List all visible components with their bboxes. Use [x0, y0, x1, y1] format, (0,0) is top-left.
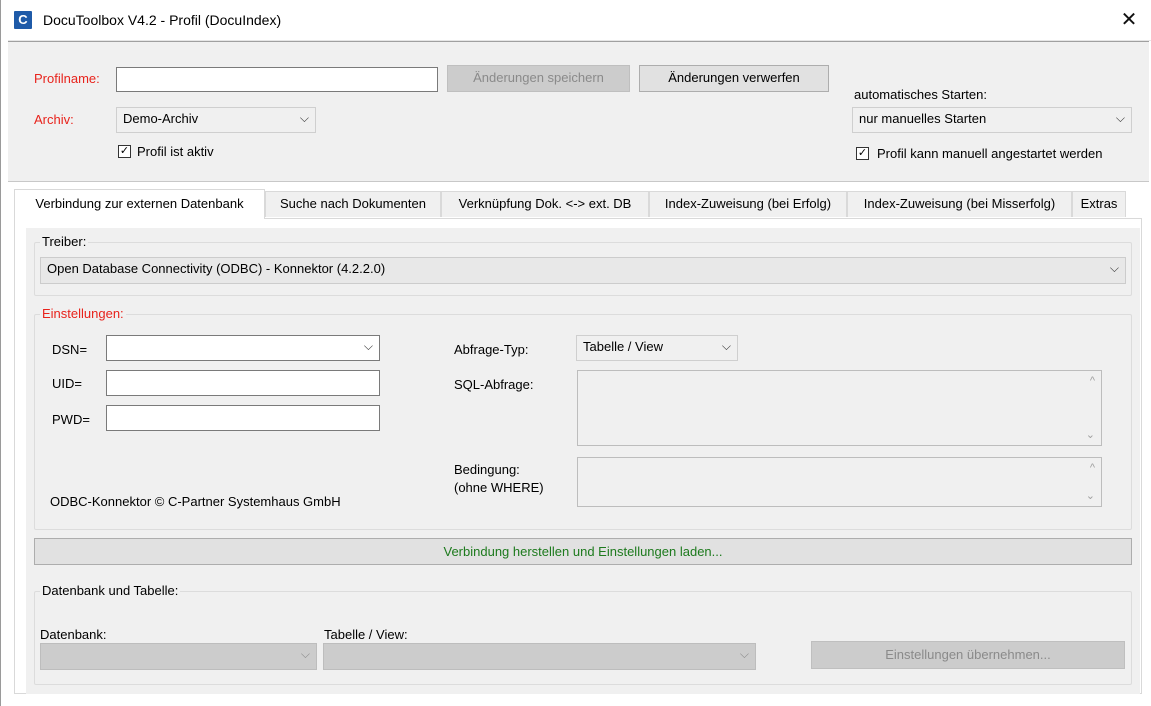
- pwd-input[interactable]: [106, 405, 380, 431]
- title-bar: C DocuToolbox V4.2 - Profil (DocuIndex) …: [8, 0, 1151, 41]
- datenbank-label: Datenbank:: [40, 627, 107, 642]
- chevron-down-icon: ⌵: [721, 339, 731, 353]
- app-logo-icon: C: [14, 11, 32, 29]
- auto-start-select[interactable]: nur manuelles Starten ⌵: [852, 107, 1132, 133]
- auto-start-label: automatisches Starten:: [854, 87, 987, 102]
- tabelle-label: Tabelle / View:: [324, 627, 408, 642]
- profil-aktiv-checkbox[interactable]: ✓: [118, 145, 131, 158]
- save-changes-button[interactable]: Änderungen speichern: [447, 65, 630, 92]
- chevron-down-icon: ⌵: [1115, 111, 1125, 125]
- manual-start-label: Profil kann manuell angestartet werden: [877, 146, 1103, 161]
- ohne-where-label: (ohne WHERE): [454, 480, 544, 495]
- dsn-select[interactable]: ⌵: [106, 335, 380, 361]
- tabelle-select[interactable]: ⌵: [323, 643, 756, 670]
- chevron-down-icon: ⌵: [1109, 261, 1119, 275]
- datenbank-select[interactable]: ⌵: [40, 643, 317, 670]
- check-icon: ✓: [119, 145, 130, 157]
- window-left-edge: [0, 0, 1, 706]
- treiber-select[interactable]: Open Database Connectivity (ODBC) - Konn…: [40, 257, 1126, 284]
- tab-extras[interactable]: Extras: [1072, 191, 1126, 217]
- connect-load-button[interactable]: Verbindung herstellen und Einstellungen …: [34, 538, 1132, 565]
- sql-abfrage-textarea[interactable]: ^ ⌄: [577, 370, 1102, 446]
- tab-verknuepfung[interactable]: Verknüpfung Dok. <-> ext. DB: [441, 191, 649, 217]
- treiber-value: Open Database Connectivity (ODBC) - Konn…: [47, 261, 386, 276]
- discard-changes-button[interactable]: Änderungen verwerfen: [639, 65, 829, 92]
- background-strip: [0, 0, 7, 706]
- profilname-label: Profilname:: [34, 71, 100, 86]
- apply-settings-button[interactable]: Einstellungen übernehmen...: [811, 641, 1125, 669]
- bedingung-textarea[interactable]: ^ ⌄: [577, 457, 1102, 507]
- chevron-down-icon: ⌵: [739, 647, 749, 661]
- profilname-input[interactable]: [116, 67, 438, 92]
- uid-label: UID=: [52, 376, 82, 391]
- dsn-label: DSN=: [52, 342, 88, 357]
- scroll-down-icon[interactable]: ⌄: [1086, 428, 1095, 441]
- bedingung-label: Bedingung:: [454, 462, 520, 477]
- db-table-group: [34, 591, 1132, 685]
- scroll-down-icon[interactable]: ⌄: [1086, 489, 1095, 502]
- treiber-group-title: Treiber:: [40, 234, 89, 249]
- tab-verbindung[interactable]: Verbindung zur externen Datenbank: [14, 189, 265, 219]
- check-icon: ✓: [857, 147, 868, 159]
- scroll-up-icon[interactable]: ^: [1090, 375, 1095, 387]
- chevron-down-icon: ⌵: [363, 339, 373, 353]
- pwd-label: PWD=: [52, 412, 90, 427]
- close-icon[interactable]: ✕: [1113, 4, 1145, 36]
- chevron-down-icon: ⌵: [300, 647, 310, 661]
- uid-input[interactable]: [106, 370, 380, 396]
- abfrage-typ-label: Abfrage-Typ:: [454, 342, 529, 357]
- abfrage-typ-select[interactable]: Tabelle / View ⌵: [576, 335, 738, 361]
- window-title: DocuToolbox V4.2 - Profil (DocuIndex): [43, 12, 282, 28]
- chevron-down-icon: ⌵: [299, 111, 309, 125]
- copyright-text: ODBC-Konnektor © C-Partner Systemhaus Gm…: [50, 494, 341, 509]
- auto-start-value: nur manuelles Starten: [859, 111, 987, 126]
- scroll-up-icon[interactable]: ^: [1090, 462, 1095, 474]
- tab-suche[interactable]: Suche nach Dokumenten: [265, 191, 441, 217]
- archiv-select[interactable]: Demo-Archiv ⌵: [116, 107, 316, 133]
- einstellungen-group-title: Einstellungen:: [40, 306, 126, 321]
- tab-index-erfolg[interactable]: Index-Zuweisung (bei Erfolg): [649, 191, 847, 217]
- archiv-label: Archiv:: [34, 112, 74, 127]
- tab-index-misserfolg[interactable]: Index-Zuweisung (bei Misserfolg): [847, 191, 1072, 217]
- sql-abfrage-label: SQL-Abfrage:: [454, 377, 534, 392]
- manual-start-checkbox[interactable]: ✓: [856, 147, 869, 160]
- abfrage-typ-value: Tabelle / View: [583, 339, 663, 354]
- db-table-group-title: Datenbank und Tabelle:: [40, 583, 181, 598]
- profil-aktiv-label: Profil ist aktiv: [137, 144, 214, 159]
- archiv-value: Demo-Archiv: [123, 111, 199, 126]
